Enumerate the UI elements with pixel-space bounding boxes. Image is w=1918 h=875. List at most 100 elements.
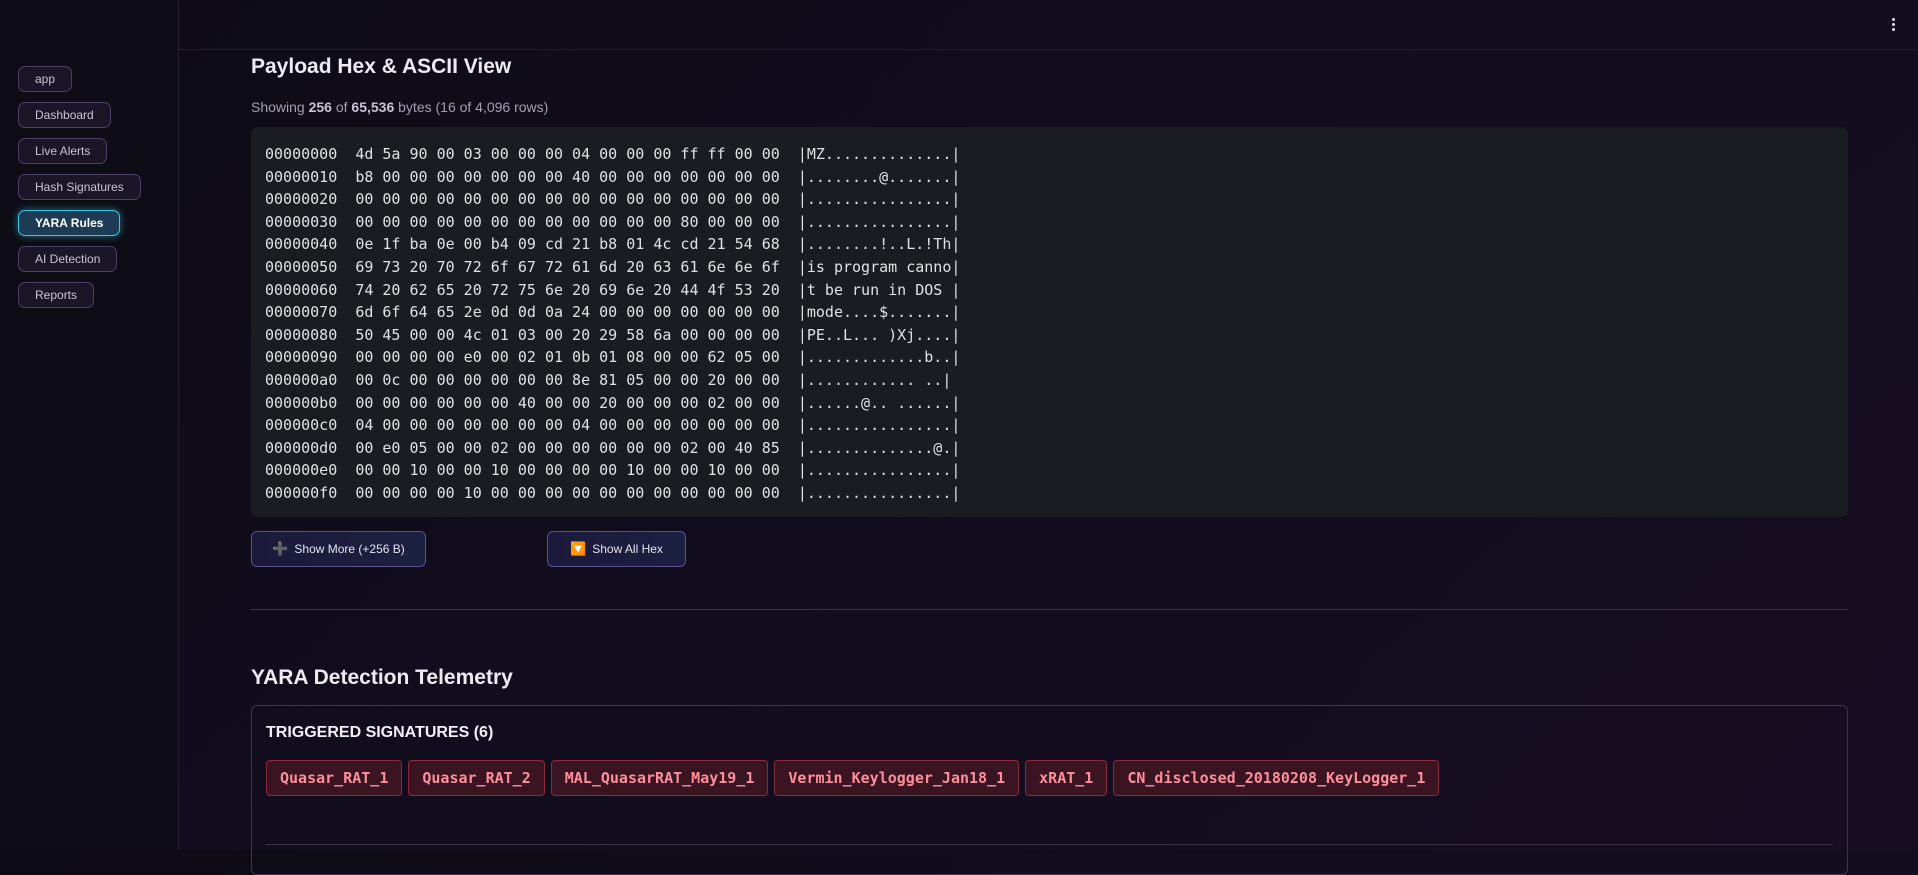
- hex-bytes: 00 00 00 00 00 00 40 00 00 20 00 00 00 0…: [355, 393, 780, 412]
- sidebar-item-live-alerts[interactable]: Live Alerts: [18, 138, 108, 164]
- vertical-ellipsis-icon[interactable]: [1888, 12, 1898, 36]
- ascii-text: |MZ..............|: [797, 145, 961, 163]
- hex-offset: 000000d0: [265, 438, 338, 457]
- total-bytes: 65,536: [351, 99, 395, 115]
- signature-tag-list: Quasar_RAT_1 Quasar_RAT_2 MAL_QuasarRAT_Ma…: [266, 760, 1440, 796]
- ascii-text: |......@.. ......|: [797, 393, 961, 412]
- ascii-text: |PE..L... )Xj....|: [797, 325, 961, 344]
- plus-icon: ➕: [272, 541, 289, 556]
- telemetry-title: YARA Detection Telemetry: [251, 666, 513, 689]
- caption-suffix: bytes (16 of 4,096 rows): [394, 99, 549, 115]
- ascii-text: |is program canno|: [797, 257, 961, 276]
- section-divider: [251, 609, 1848, 610]
- hex-dump-panel: 00000000 4d 5a 90 00 03 00 00 00 04 00 0…: [251, 127, 1848, 517]
- sidebar-item-reports[interactable]: Reports: [18, 282, 95, 308]
- triggered-signatures-title: TRIGGERED SIGNATURES (6): [266, 724, 494, 741]
- hex-row: 000000e0 00 00 10 00 00 10 00 00 00 00 1…: [265, 459, 1834, 482]
- ascii-text: |mode....$.......|: [797, 303, 961, 322]
- signature-tag: Vermin_Keylogger_Jan18_1: [774, 760, 1020, 796]
- hex-row: 00000010 b8 00 00 00 00 00 00 00 40 00 0…: [265, 166, 1834, 189]
- hex-row: 000000b0 00 00 00 00 00 00 40 00 00 20 0…: [265, 392, 1834, 415]
- hex-row: 00000000 4d 5a 90 00 03 00 00 00 04 00 0…: [265, 143, 1834, 166]
- sidebar-item-hash-signatures[interactable]: Hash Signatures: [18, 174, 141, 200]
- show-all-hex-label: Show All Hex: [592, 542, 663, 556]
- hex-offset: 00000050: [265, 257, 338, 276]
- panel-divider: [266, 844, 1833, 845]
- sidebar-item-yara-rules[interactable]: YARA Rules: [18, 210, 121, 236]
- hex-bytes: 74 20 62 65 20 72 75 6e 20 69 6e 20 44 4…: [355, 280, 780, 299]
- ascii-text: |................|: [797, 461, 961, 480]
- hex-offset: 00000010: [265, 167, 338, 186]
- hex-offset: 00000070: [265, 303, 338, 322]
- hex-row: 00000020 00 00 00 00 00 00 00 00 00 00 0…: [265, 188, 1834, 211]
- show-all-hex-button[interactable]: 🔽 Show All Hex: [547, 531, 686, 567]
- sidebar-item-app[interactable]: app: [18, 66, 73, 92]
- hex-offset: 000000f0: [265, 483, 338, 502]
- shown-bytes: 256: [308, 99, 332, 115]
- hex-offset: 00000040: [265, 235, 338, 254]
- ascii-text: |........@.......|: [797, 167, 961, 186]
- hex-offset: 000000a0: [265, 370, 338, 389]
- hex-bytes: b8 00 00 00 00 00 00 00 40 00 00 00 00 0…: [355, 167, 780, 186]
- caption-middle: of: [331, 99, 352, 115]
- hex-bytes: 50 45 00 00 4c 01 03 00 20 29 58 6a 00 0…: [355, 325, 780, 344]
- hex-bytes: 04 00 00 00 00 00 00 00 04 00 00 00 00 0…: [355, 416, 780, 435]
- hex-bytes: 6d 6f 64 65 2e 0d 0d 0a 24 00 00 00 00 0…: [355, 303, 780, 322]
- hex-offset: 00000030: [265, 212, 338, 231]
- hex-bytes: 4d 5a 90 00 03 00 00 00 04 00 00 00 ff f…: [355, 145, 780, 163]
- signature-tag: Quasar_RAT_2: [408, 760, 545, 796]
- hex-row: 000000c0 04 00 00 00 00 00 00 00 04 00 0…: [265, 414, 1834, 437]
- hex-offset: 00000080: [265, 325, 338, 344]
- hex-view-caption: Showing 256 of 65,536 bytes (16 of 4,096…: [251, 99, 548, 115]
- ascii-text: |................|: [797, 483, 961, 502]
- hex-row: 00000060 74 20 62 65 20 72 75 6e 20 69 6…: [265, 279, 1834, 302]
- signature-tag: MAL_QuasarRAT_May19_1: [550, 760, 769, 796]
- top-bar: [179, 0, 1918, 50]
- hex-offset: 00000020: [265, 190, 338, 209]
- hex-offset: 00000000: [265, 145, 338, 163]
- ascii-text: |........!..L.!Th|: [797, 235, 961, 254]
- hex-row: 00000070 6d 6f 64 65 2e 0d 0d 0a 24 00 0…: [265, 301, 1834, 324]
- signature-tag: CN_disclosed_20180208_KeyLogger_1: [1113, 760, 1440, 796]
- show-more-label: Show More (+256 B): [294, 542, 405, 556]
- hex-offset: 000000b0: [265, 393, 338, 412]
- hex-row: 000000d0 00 e0 05 00 00 02 00 00 00 00 0…: [265, 437, 1834, 460]
- ascii-text: |t be run in DOS |: [797, 280, 961, 299]
- hex-row: 00000080 50 45 00 00 4c 01 03 00 20 29 5…: [265, 324, 1834, 347]
- caption-prefix: Showing: [251, 99, 309, 115]
- hex-offset: 00000090: [265, 348, 338, 367]
- ascii-text: |..............@.|: [797, 438, 961, 457]
- sidebar-item-dashboard[interactable]: Dashboard: [18, 102, 111, 128]
- hex-row: 000000f0 00 00 00 00 10 00 00 00 00 00 0…: [265, 482, 1834, 505]
- hex-offset: 000000c0: [265, 416, 338, 435]
- ascii-text: |............ ..|: [797, 370, 952, 389]
- hex-bytes: 00 00 10 00 00 10 00 00 00 00 10 00 00 1…: [355, 461, 780, 480]
- hex-bytes: 00 00 00 00 e0 00 02 01 0b 01 08 00 00 6…: [355, 348, 780, 367]
- hex-bytes: 00 00 00 00 00 00 00 00 00 00 00 00 00 0…: [355, 190, 780, 209]
- hex-offset: 000000e0: [265, 461, 338, 480]
- hex-bytes: 0e 1f ba 0e 00 b4 09 cd 21 b8 01 4c cd 2…: [355, 235, 780, 254]
- sidebar: app Dashboard Live Alerts Hash Signatures YA…: [0, 0, 179, 850]
- hex-row: 00000040 0e 1f ba 0e 00 b4 09 cd 21 b8 0…: [265, 233, 1834, 256]
- hex-bytes: 00 0c 00 00 00 00 00 00 8e 81 05 00 00 2…: [355, 370, 780, 389]
- sidebar-item-ai-detection[interactable]: AI Detection: [18, 246, 118, 272]
- hex-row: 000000a0 00 0c 00 00 00 00 00 00 8e 81 0…: [265, 369, 1834, 392]
- ascii-text: |................|: [797, 212, 961, 231]
- hex-bytes: 69 73 20 70 72 6f 67 72 61 6d 20 63 61 6…: [355, 257, 780, 276]
- ascii-text: |.............b..|: [797, 348, 961, 367]
- ascii-text: |................|: [797, 416, 961, 435]
- hex-row: 00000030 00 00 00 00 00 00 00 00 00 00 0…: [265, 211, 1834, 234]
- hex-bytes: 00 e0 05 00 00 02 00 00 00 00 00 00 02 0…: [355, 438, 780, 457]
- hex-row: 00000050 69 73 20 70 72 6f 67 72 61 6d 2…: [265, 256, 1834, 279]
- signature-tag: Quasar_RAT_1: [266, 760, 403, 796]
- signature-tag: xRAT_1: [1025, 760, 1108, 796]
- sidebar-nav: app Dashboard Live Alerts Hash Signatures YA…: [18, 66, 141, 308]
- down-arrow-icon: 🔽: [570, 541, 587, 556]
- ascii-text: |................|: [797, 190, 961, 209]
- hex-row: 00000090 00 00 00 00 e0 00 02 01 0b 01 0…: [265, 346, 1834, 369]
- hex-view-title: Payload Hex & ASCII View: [251, 55, 512, 78]
- hex-bytes: 00 00 00 00 10 00 00 00 00 00 00 00 00 0…: [355, 483, 780, 502]
- hex-offset: 00000060: [265, 280, 338, 299]
- show-more-button[interactable]: ➕ Show More (+256 B): [251, 531, 426, 567]
- hex-bytes: 00 00 00 00 00 00 00 00 00 00 00 00 80 0…: [355, 212, 780, 231]
